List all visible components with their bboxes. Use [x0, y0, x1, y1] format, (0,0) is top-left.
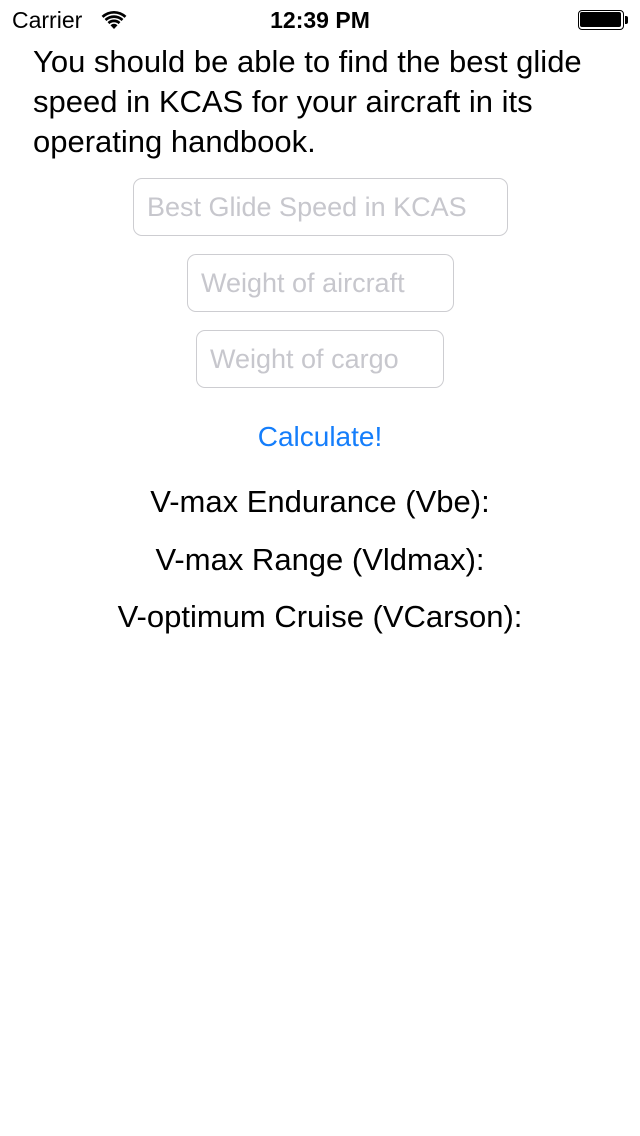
battery-tip	[625, 16, 628, 24]
calculate-button[interactable]: Calculate!	[0, 415, 640, 459]
battery-icon	[578, 10, 630, 30]
status-time: 12:39 PM	[270, 7, 370, 33]
battery-fill	[580, 12, 621, 27]
aircraft-weight-input[interactable]	[187, 254, 454, 312]
app-screen: Carrier 12:39 PM You should be able to f…	[0, 0, 640, 1136]
cargo-weight-input[interactable]	[196, 330, 444, 388]
best-glide-speed-input[interactable]	[133, 178, 508, 236]
range-result-label: V-max Range (Vldmax):	[155, 542, 485, 577]
endurance-result-label: V-max Endurance (Vbe):	[150, 484, 490, 519]
status-bar: Carrier 12:39 PM	[0, 0, 640, 40]
instructions-text: You should be able to find the best glid…	[33, 44, 582, 159]
cruise-result-label: V-optimum Cruise (VCarson):	[117, 599, 523, 634]
